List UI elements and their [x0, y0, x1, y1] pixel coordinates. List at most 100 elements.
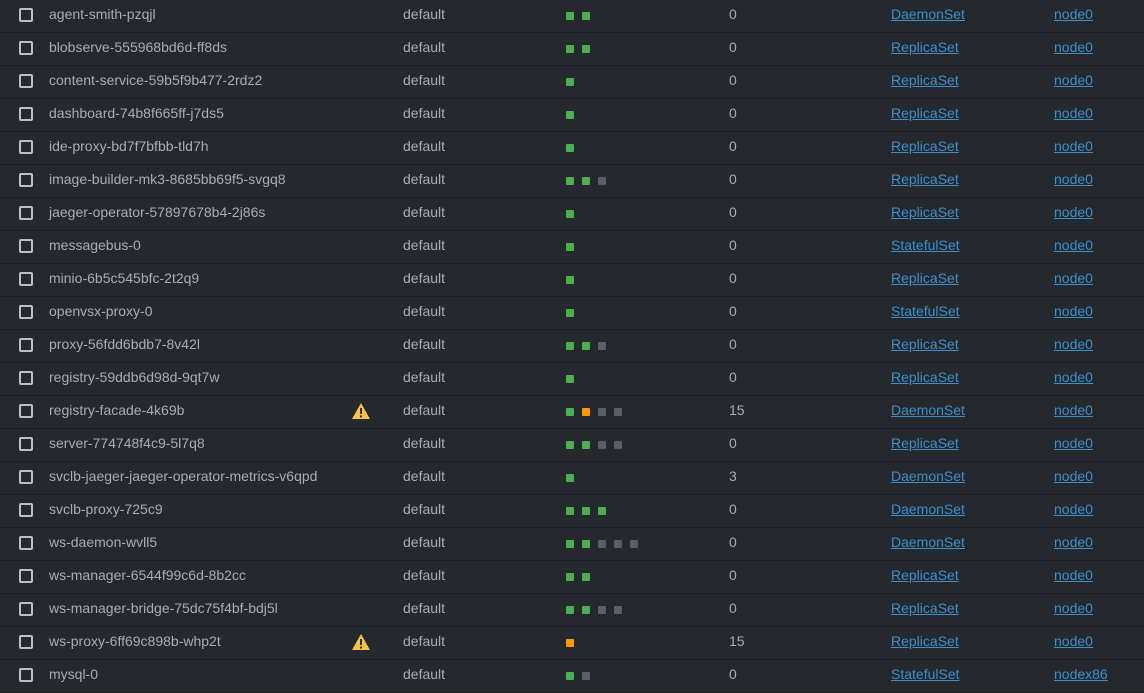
node-link[interactable]: node0	[1054, 132, 1093, 161]
row-checkbox[interactable]	[19, 635, 33, 649]
row-checkbox[interactable]	[19, 569, 33, 583]
node-link[interactable]: node0	[1054, 264, 1093, 293]
table-row[interactable]: jaeger-operator-57897678b4-2j86s default…	[0, 198, 1144, 231]
container-ready-indicator	[566, 573, 574, 581]
node-link[interactable]: node0	[1054, 66, 1093, 95]
controlled-by-link[interactable]: StatefulSet	[891, 660, 960, 689]
row-checkbox[interactable]	[19, 206, 33, 220]
controlled-by-link[interactable]: StatefulSet	[891, 297, 960, 326]
node-link[interactable]: node0	[1054, 429, 1093, 458]
node-link[interactable]: node0	[1054, 330, 1093, 359]
node-link[interactable]: node0	[1054, 198, 1093, 227]
table-row[interactable]: blobserve-555968bd6d-ff8ds default 0 Rep…	[0, 33, 1144, 66]
container-status	[566, 474, 574, 482]
row-checkbox[interactable]	[19, 536, 33, 550]
row-checkbox[interactable]	[19, 437, 33, 451]
controlled-by-link[interactable]: DaemonSet	[891, 462, 965, 491]
node-link[interactable]: node0	[1054, 0, 1093, 29]
row-checkbox[interactable]	[19, 404, 33, 418]
row-checkbox[interactable]	[19, 503, 33, 517]
row-checkbox[interactable]	[19, 107, 33, 121]
table-row[interactable]: svclb-jaeger-jaeger-operator-metrics-v6q…	[0, 462, 1144, 495]
table-row[interactable]: svclb-proxy-725c9 default 0 DaemonSet no…	[0, 495, 1144, 528]
container-ready-indicator	[566, 342, 574, 350]
table-row[interactable]: registry-59ddb6d98d-9qt7w default 0 Repl…	[0, 363, 1144, 396]
container-status	[566, 639, 574, 647]
pod-name: minio-6b5c545bfc-2t2q9	[49, 270, 200, 286]
pod-namespace: default	[403, 534, 446, 550]
row-checkbox[interactable]	[19, 41, 33, 55]
node-link[interactable]: node0	[1054, 396, 1093, 425]
node-link[interactable]: node0	[1054, 561, 1093, 590]
container-ready-indicator	[566, 210, 574, 218]
controlled-by-link[interactable]: ReplicaSet	[891, 594, 959, 623]
controlled-by-link[interactable]: DaemonSet	[891, 495, 965, 524]
controlled-by-link[interactable]: ReplicaSet	[891, 264, 959, 293]
row-checkbox[interactable]	[19, 371, 33, 385]
row-checkbox[interactable]	[19, 668, 33, 682]
pod-namespace: default	[403, 501, 446, 517]
container-ready-indicator	[566, 441, 574, 449]
row-checkbox[interactable]	[19, 239, 33, 253]
restart-count: 0	[729, 369, 737, 385]
pod-namespace: default	[403, 468, 446, 484]
table-row[interactable]: minio-6b5c545bfc-2t2q9 default 0 Replica…	[0, 264, 1144, 297]
row-checkbox[interactable]	[19, 272, 33, 286]
table-row[interactable]: image-builder-mk3-8685bb69f5-svgq8 defau…	[0, 165, 1144, 198]
controlled-by-link[interactable]: ReplicaSet	[891, 561, 959, 590]
row-checkbox[interactable]	[19, 602, 33, 616]
node-link[interactable]: node0	[1054, 363, 1093, 392]
controlled-by-link[interactable]: ReplicaSet	[891, 33, 959, 62]
controlled-by-link[interactable]: StatefulSet	[891, 231, 960, 260]
controlled-by-link[interactable]: ReplicaSet	[891, 165, 959, 194]
container-status	[566, 210, 574, 218]
row-checkbox[interactable]	[19, 338, 33, 352]
node-link[interactable]: node0	[1054, 297, 1093, 326]
controlled-by-link[interactable]: ReplicaSet	[891, 132, 959, 161]
node-link[interactable]: nodex86	[1054, 660, 1108, 689]
controlled-by-link[interactable]: DaemonSet	[891, 0, 965, 29]
node-link[interactable]: node0	[1054, 165, 1093, 194]
row-checkbox[interactable]	[19, 74, 33, 88]
table-row[interactable]: proxy-56fdd6bdb7-8v42l default 0 Replica…	[0, 330, 1144, 363]
table-row[interactable]: ws-daemon-wvll5 default 0 DaemonSet node…	[0, 528, 1144, 561]
node-link[interactable]: node0	[1054, 528, 1093, 557]
pod-name: messagebus-0	[49, 237, 141, 253]
controlled-by-link[interactable]: ReplicaSet	[891, 99, 959, 128]
node-link[interactable]: node0	[1054, 462, 1093, 491]
row-checkbox[interactable]	[19, 140, 33, 154]
table-row[interactable]: ide-proxy-bd7f7bfbb-tld7h default 0 Repl…	[0, 132, 1144, 165]
table-row[interactable]: openvsx-proxy-0 default 0 StatefulSet no…	[0, 297, 1144, 330]
table-row[interactable]: dashboard-74b8f665ff-j7ds5 default 0 Rep…	[0, 99, 1144, 132]
table-row[interactable]: registry-facade-4k69b default 15 DaemonS…	[0, 396, 1144, 429]
table-row[interactable]: ws-manager-bridge-75dc75f4bf-bdj5l defau…	[0, 594, 1144, 627]
table-row[interactable]: ws-manager-6544f99c6d-8b2cc default 0 Re…	[0, 561, 1144, 594]
controlled-by-link[interactable]: ReplicaSet	[891, 330, 959, 359]
controlled-by-link[interactable]: DaemonSet	[891, 528, 965, 557]
table-row[interactable]: content-service-59b5f9b477-2rdz2 default…	[0, 66, 1144, 99]
controlled-by-link[interactable]: ReplicaSet	[891, 363, 959, 392]
row-checkbox[interactable]	[19, 173, 33, 187]
node-link[interactable]: node0	[1054, 495, 1093, 524]
controlled-by-link[interactable]: ReplicaSet	[891, 627, 959, 656]
table-row[interactable]: agent-smith-pzqjl default 0 DaemonSet no…	[0, 0, 1144, 33]
table-row[interactable]: messagebus-0 default 0 StatefulSet node0	[0, 231, 1144, 264]
container-ready-indicator	[582, 177, 590, 185]
container-status	[566, 243, 574, 251]
controlled-by-link[interactable]: ReplicaSet	[891, 198, 959, 227]
node-link[interactable]: node0	[1054, 231, 1093, 260]
row-checkbox[interactable]	[19, 470, 33, 484]
row-checkbox[interactable]	[19, 305, 33, 319]
node-link[interactable]: node0	[1054, 627, 1093, 656]
node-link[interactable]: node0	[1054, 594, 1093, 623]
node-link[interactable]: node0	[1054, 99, 1093, 128]
table-row[interactable]: ws-proxy-6ff69c898b-whp2t default 15 Rep…	[0, 627, 1144, 660]
table-row[interactable]: mysql-0 default 0 StatefulSet nodex86	[0, 660, 1144, 693]
controlled-by-link[interactable]: DaemonSet	[891, 396, 965, 425]
controlled-by-link[interactable]: ReplicaSet	[891, 429, 959, 458]
container-warning-indicator	[582, 408, 590, 416]
row-checkbox[interactable]	[19, 8, 33, 22]
table-row[interactable]: server-774748f4c9-5l7q8 default 0 Replic…	[0, 429, 1144, 462]
controlled-by-link[interactable]: ReplicaSet	[891, 66, 959, 95]
node-link[interactable]: node0	[1054, 33, 1093, 62]
